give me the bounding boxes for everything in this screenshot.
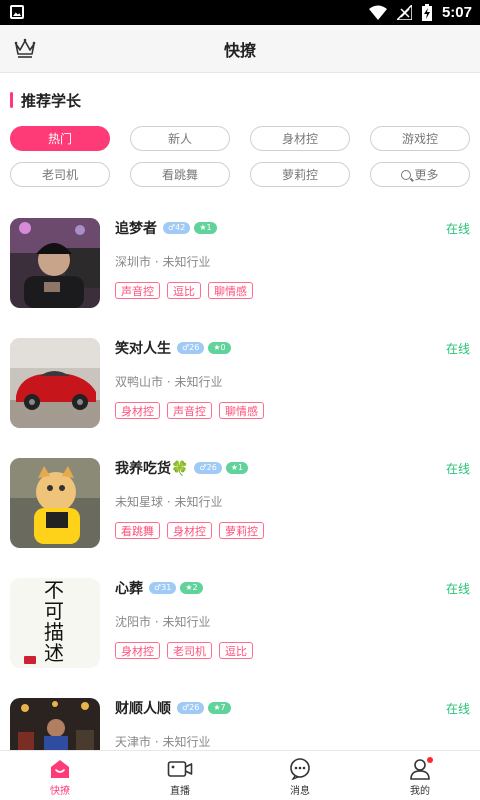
nav-label: 消息 xyxy=(290,786,310,797)
user-tag: 老司机 xyxy=(167,642,212,659)
battery-charging-icon xyxy=(421,4,432,21)
level-badge: ★2 xyxy=(180,582,203,594)
avatar[interactable] xyxy=(10,218,100,308)
tag-more-label: 更多 xyxy=(414,168,439,182)
name-row: 我养吃货🍀 ♂26 ★1 xyxy=(115,458,249,478)
notification-dot xyxy=(427,757,433,763)
list-item[interactable]: 财顺人顺 ♂26 ★7 在线 天津市 · 未知行业 xyxy=(0,698,480,750)
tag-more[interactable]: 更多 xyxy=(370,162,470,187)
age-badge: ♂26 xyxy=(194,462,222,474)
name-row: 财顺人顺 ♂26 ★7 xyxy=(115,698,231,718)
nav-label: 直播 xyxy=(170,786,190,797)
user-tag: 声音控 xyxy=(167,402,212,419)
user-tags: 声音控 逗比 聊情感 xyxy=(115,282,253,299)
filter-tags: 热门 新人 身材控 游戏控 老司机 看跳舞 萝莉控 更多 xyxy=(10,126,470,187)
user-tag: 萝莉控 xyxy=(219,522,264,539)
no-signal-icon xyxy=(396,5,412,20)
avatar[interactable] xyxy=(10,458,100,548)
avatar-calligraphy: 不可描述 xyxy=(44,578,64,665)
tag-new[interactable]: 新人 xyxy=(130,126,230,151)
nav-item-live[interactable]: 直播 xyxy=(120,751,240,800)
location-text: 天津市 · 未知行业 xyxy=(115,735,211,749)
nav-label: 快撩 xyxy=(50,786,70,797)
status-right: 5:07 xyxy=(368,2,472,23)
avatar[interactable]: 不可描述 xyxy=(10,578,100,668)
location-text: 未知星球 · 未知行业 xyxy=(115,495,223,509)
user-tags: 身材控 声音控 聊情感 xyxy=(115,402,264,419)
age-badge: ♂42 xyxy=(163,222,191,234)
nav-item-messages[interactable]: 消息 xyxy=(240,751,360,800)
section-title-text: 推荐学长 xyxy=(21,91,82,110)
level-badge: ★1 xyxy=(225,462,249,474)
user-tag: 逗比 xyxy=(219,642,253,659)
online-status: 在线 xyxy=(445,702,470,716)
name-row: 笑对人生 ♂26 ★0 xyxy=(115,338,231,358)
tag-loli[interactable]: 萝莉控 xyxy=(250,162,350,187)
section-accent-bar xyxy=(10,92,13,108)
tag-driver[interactable]: 老司机 xyxy=(10,162,110,187)
age-badge: ♂31 xyxy=(149,582,177,594)
user-tag: 声音控 xyxy=(115,282,160,299)
app-bar: 快撩 xyxy=(0,25,480,73)
message-icon xyxy=(290,758,310,780)
user-tag: 身材控 xyxy=(167,522,212,539)
user-tag: 聊情感 xyxy=(208,282,253,299)
list-item[interactable]: 追梦者 ♂42 ★1 在线 深圳市 · 未知行业 声音控 逗比 聊情感 xyxy=(0,218,480,338)
online-status: 在线 xyxy=(445,222,470,236)
level-badge: ★0 xyxy=(208,342,231,354)
user-name: 心葬 xyxy=(115,581,143,597)
user-tag: 看跳舞 xyxy=(115,522,160,539)
nav-item-profile[interactable]: 我的 xyxy=(360,751,480,800)
bottom-nav: 快撩 直播 消息 我的 xyxy=(0,750,480,800)
search-icon xyxy=(401,169,412,180)
tag-hot[interactable]: 热门 xyxy=(10,126,110,151)
status-bar: 5:07 xyxy=(0,0,480,25)
user-tags: 身材控 老司机 逗比 xyxy=(115,642,253,659)
tag-dance[interactable]: 看跳舞 xyxy=(130,162,230,187)
name-row: 心葬 ♂31 ★2 xyxy=(115,578,203,598)
list-item[interactable]: 不可描述 心葬 ♂31 ★2 在线 沈阳市 · 未知行业 身材控 老司机 逗比 xyxy=(0,578,480,698)
nav-label: 我的 xyxy=(410,786,430,797)
user-name: 财顺人顺 xyxy=(115,701,171,717)
tag-game[interactable]: 游戏控 xyxy=(370,126,470,151)
page-title: 快撩 xyxy=(223,41,256,60)
image-notification-icon xyxy=(10,5,24,19)
tag-body[interactable]: 身材控 xyxy=(250,126,350,151)
online-status: 在线 xyxy=(445,462,470,476)
list-item[interactable]: 我养吃货🍀 ♂26 ★1 在线 未知星球 · 未知行业 看跳舞 身材控 萝莉控 xyxy=(0,458,480,578)
seal-stamp-icon xyxy=(24,656,36,664)
clock: 5:07 xyxy=(441,4,472,21)
video-camera-icon xyxy=(167,761,193,777)
user-tag: 身材控 xyxy=(115,642,160,659)
user-name: 笑对人生 xyxy=(115,341,171,357)
location-text: 深圳市 · 未知行业 xyxy=(115,255,211,269)
location-text: 双鸭山市 · 未知行业 xyxy=(115,375,223,389)
age-badge: ♂26 xyxy=(177,702,205,714)
list-item[interactable]: 笑对人生 ♂26 ★0 在线 双鸭山市 · 未知行业 身材控 声音控 聊情感 xyxy=(0,338,480,458)
online-status: 在线 xyxy=(445,582,470,596)
section-title: 推荐学长 xyxy=(10,90,81,110)
level-badge: ★7 xyxy=(208,702,231,714)
home-icon xyxy=(51,760,69,778)
user-tag: 聊情感 xyxy=(219,402,264,419)
user-name: 我养吃货🍀 xyxy=(115,461,189,477)
user-tag: 身材控 xyxy=(115,402,160,419)
level-badge: ★1 xyxy=(194,222,217,234)
avatar[interactable] xyxy=(10,338,100,428)
user-tags: 看跳舞 身材控 萝莉控 xyxy=(115,522,264,539)
user-tag: 逗比 xyxy=(167,282,201,299)
user-name: 追梦者 xyxy=(115,221,157,237)
age-badge: ♂26 xyxy=(177,342,205,354)
user-list: 追梦者 ♂42 ★1 在线 深圳市 · 未知行业 声音控 逗比 聊情感 笑对人生… xyxy=(0,218,480,750)
avatar[interactable] xyxy=(10,698,100,750)
location-text: 沈阳市 · 未知行业 xyxy=(115,615,211,629)
online-status: 在线 xyxy=(445,342,470,356)
wifi-icon xyxy=(368,5,387,20)
nav-item-kuailiao[interactable]: 快撩 xyxy=(0,751,120,800)
name-row: 追梦者 ♂42 ★1 xyxy=(115,218,217,238)
